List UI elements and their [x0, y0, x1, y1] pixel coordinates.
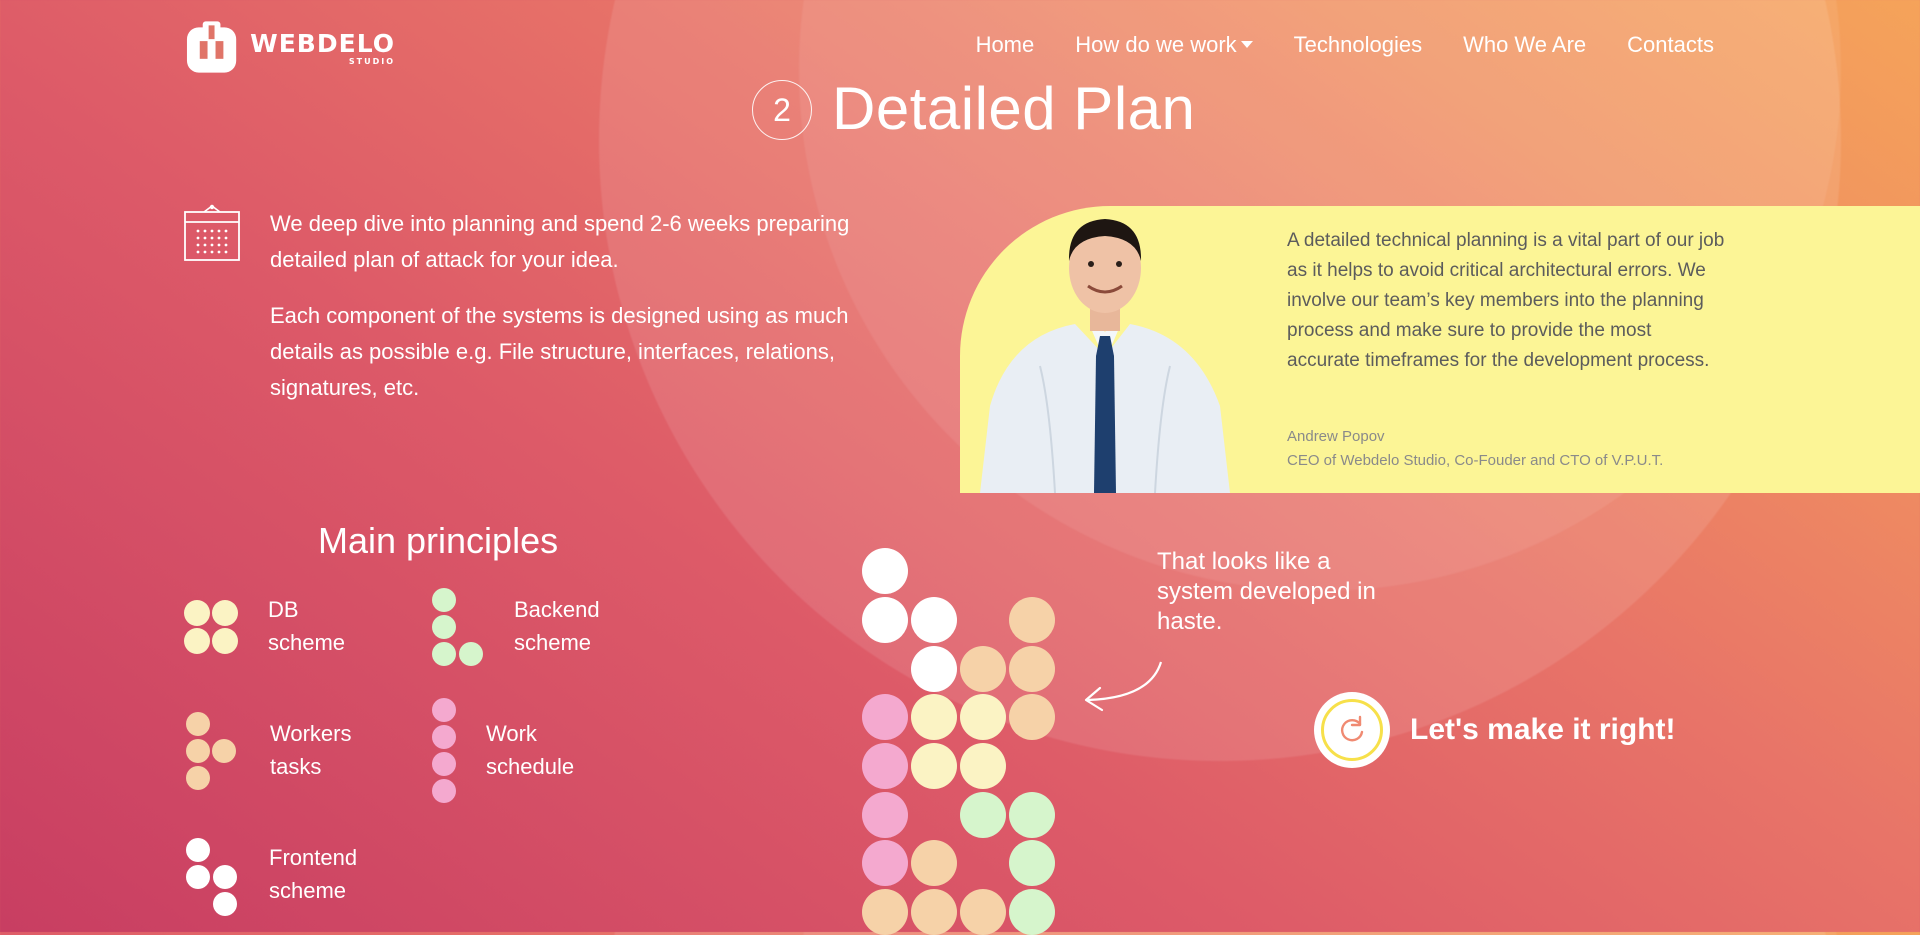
frontend-scheme-icon — [186, 865, 210, 889]
nav-home[interactable]: Home — [976, 32, 1035, 58]
grid-dot — [960, 889, 1006, 935]
nav-technologies[interactable]: Technologies — [1294, 32, 1422, 58]
principle-label-line: scheme — [268, 630, 346, 655]
grid-dot — [911, 840, 957, 886]
workers-tasks-icon — [186, 766, 210, 790]
db-scheme-icon — [212, 600, 238, 626]
principle-label-line: schedule — [486, 754, 575, 779]
grid-dot — [960, 646, 1006, 692]
author-photo — [980, 219, 1230, 493]
quote-card: A detailed technical planning is a vital… — [960, 206, 1920, 493]
quote-author: Andrew Popov — [1287, 428, 1385, 445]
grid-dot — [911, 889, 957, 935]
quote-author-block: Andrew Popov CEO of Webdelo Studio, Co-F… — [1287, 425, 1663, 473]
principle-label-line: Backend — [514, 597, 600, 622]
principle-label: DB scheme — [268, 593, 345, 659]
backend-scheme-icon — [432, 615, 456, 639]
webdelo-logo-icon — [186, 21, 237, 73]
grid-dot — [1009, 889, 1055, 935]
principle-label-line: Workers — [270, 721, 352, 746]
grid-dot — [911, 694, 957, 740]
quote-text: A detailed technical planning is a vital… — [1287, 230, 1725, 371]
principle-label: Work schedule — [486, 717, 574, 783]
frontend-scheme-icon — [213, 892, 237, 916]
grid-dot — [960, 743, 1006, 789]
intro-text: We deep dive into planning and spend 2-6… — [270, 206, 910, 426]
grid-dot — [862, 548, 908, 594]
work-schedule-icon — [432, 752, 456, 776]
reload-button[interactable] — [1314, 692, 1390, 768]
workers-tasks-icon — [186, 712, 210, 736]
grid-dot — [960, 792, 1006, 838]
frontend-scheme-icon — [213, 865, 237, 889]
grid-dot — [1009, 646, 1055, 692]
frontend-scheme-icon — [186, 838, 210, 862]
nav-contacts[interactable]: Contacts — [1627, 32, 1714, 58]
principle-label-line: tasks — [270, 754, 322, 779]
reload-icon — [1341, 715, 1364, 742]
workers-tasks-icon — [186, 739, 210, 763]
grid-dot — [911, 646, 957, 692]
principle-label: Workers tasks — [270, 717, 352, 783]
nav-who-we-are[interactable]: Who We Are — [1463, 32, 1586, 58]
grid-dot — [1009, 597, 1055, 643]
grid-dot — [1009, 792, 1055, 838]
grid-dot — [862, 792, 908, 838]
curved-arrow-icon — [1084, 661, 1163, 712]
haste-caption: That looks like a system developed in ha… — [1157, 548, 1376, 635]
work-schedule-icon — [432, 779, 456, 803]
page-title: Detailed Plan — [832, 75, 1196, 142]
workers-tasks-icon — [212, 739, 236, 763]
make-it-right-label: Let's make it right! — [1410, 713, 1676, 746]
principle-label: Frontend scheme — [269, 841, 357, 907]
reload-ring — [1321, 699, 1383, 761]
principle-label: Backend scheme — [514, 593, 600, 659]
grid-dot — [911, 743, 957, 789]
principle-label-line: Frontend — [269, 845, 358, 870]
grid-dot — [1009, 694, 1055, 740]
grid-dot — [862, 743, 908, 789]
principle-label-line: scheme — [514, 630, 592, 655]
intro-paragraph: Each component of the systems is designe… — [270, 303, 849, 400]
grid-dot — [862, 694, 908, 740]
backend-scheme-icon — [432, 588, 456, 612]
step-number-badge: 2 — [752, 80, 812, 140]
grid-dot — [862, 840, 908, 886]
work-schedule-icon — [432, 725, 456, 749]
logo[interactable]: WEBDELO STUDIO — [185, 20, 395, 76]
logo-sub: STUDIO — [348, 56, 395, 66]
quote-author-role: CEO of Webdelo Studio, Co-Fouder and CTO… — [1287, 452, 1664, 469]
db-scheme-icon — [212, 628, 238, 654]
principle-label-line: DB — [268, 597, 299, 622]
chevron-down-icon — [1240, 41, 1253, 49]
work-schedule-icon — [432, 698, 456, 722]
calendar-icon — [184, 204, 240, 261]
grid-dot — [862, 889, 908, 935]
grid-dot — [911, 597, 957, 643]
nav-how-do-we-work[interactable]: How do we work — [1075, 32, 1253, 58]
main-nav: Home How do we work Technologies Who We … — [976, 32, 1714, 58]
logo-name: WEBDELO — [250, 28, 395, 58]
db-scheme-icon — [184, 600, 210, 626]
grid-dot — [862, 597, 908, 643]
grid-dot — [960, 694, 1006, 740]
principles-title: Main principles — [318, 520, 559, 561]
db-scheme-icon — [184, 628, 210, 654]
backend-scheme-icon — [432, 642, 456, 666]
principle-label-line: scheme — [269, 878, 347, 903]
make-it-right-button[interactable]: Let's make it right! — [1314, 692, 1676, 768]
backend-scheme-icon — [459, 642, 483, 666]
intro-paragraph: We deep dive into planning and spend 2-6… — [270, 211, 850, 272]
grid-dot — [1009, 840, 1055, 886]
principle-label-line: Work — [486, 721, 537, 746]
nav-how-do-we-work-label: How do we work — [1075, 32, 1237, 57]
